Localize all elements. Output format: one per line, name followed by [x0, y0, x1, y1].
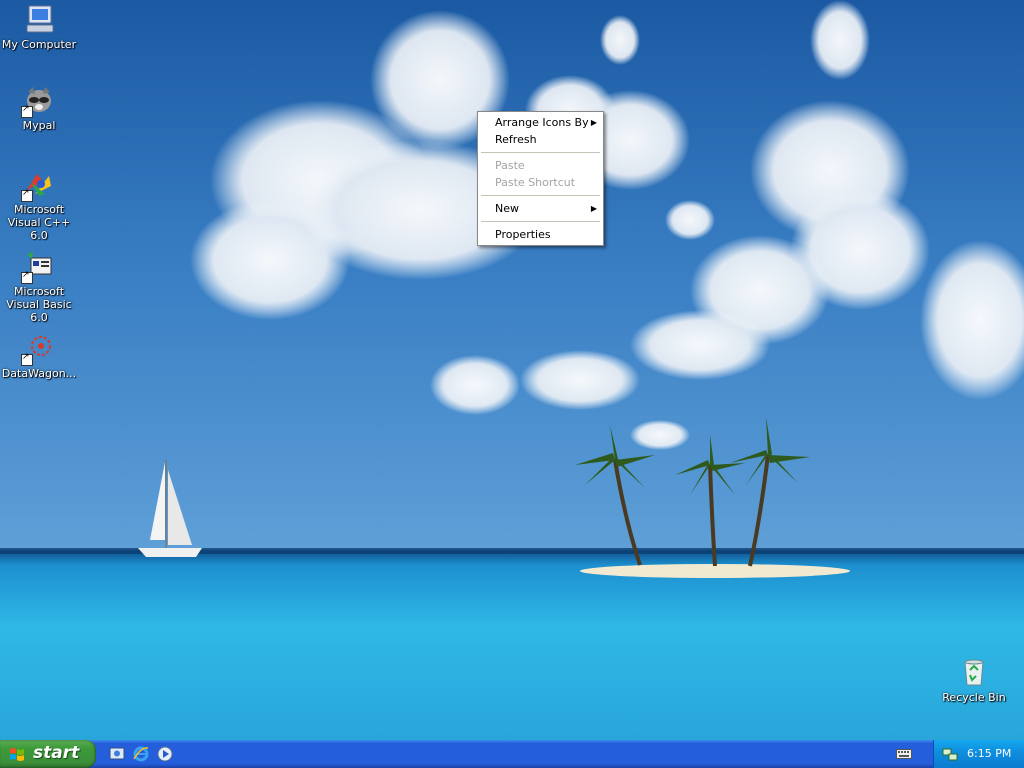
- desktop-icon-label: Microsoft Visual Basic 6.0: [6, 285, 72, 324]
- desktop-icon-visual-cpp[interactable]: Microsoft Visual C++ 6.0: [0, 168, 79, 242]
- show-desktop-icon[interactable]: [108, 745, 126, 763]
- menu-separator: [481, 221, 600, 222]
- desktop-icon-label: Recycle Bin: [942, 691, 1006, 704]
- menu-item-new[interactable]: New ▶: [478, 200, 603, 217]
- my-computer-icon: [23, 3, 55, 35]
- datawagon-icon: [21, 332, 55, 366]
- desktop-context-menu: Arrange Icons By ▶ Refresh Paste Paste S…: [477, 111, 604, 246]
- taskbar[interactable]: start 6:15 PM: [0, 740, 1024, 768]
- menu-item-label: Paste Shortcut: [495, 176, 576, 189]
- menu-item-properties[interactable]: Properties: [478, 226, 603, 243]
- menu-item-label: Properties: [495, 228, 551, 241]
- shortcut-arrow-icon: [21, 270, 33, 284]
- desktop-icon-label: DataWagon...: [1, 367, 77, 380]
- media-player-icon[interactable]: [156, 745, 174, 763]
- system-tray: 6:15 PM: [933, 740, 1024, 768]
- menu-item-paste: Paste: [478, 157, 603, 174]
- shortcut-arrow-icon: [21, 104, 33, 118]
- menu-item-label: Arrange Icons By: [495, 116, 589, 129]
- menu-item-refresh[interactable]: Refresh: [478, 131, 603, 148]
- menu-item-label: Refresh: [495, 133, 537, 146]
- desktop-icon-mypal[interactable]: Mypal: [0, 84, 79, 132]
- start-label: start: [33, 743, 80, 763]
- recycle-bin-icon: [958, 656, 990, 688]
- network-icon[interactable]: [942, 746, 958, 762]
- start-button[interactable]: start: [0, 740, 96, 768]
- desktop-icon-my-computer[interactable]: My Computer: [0, 3, 79, 51]
- windows-flag-icon: [10, 748, 24, 761]
- desktop-icon-label: Mypal: [22, 119, 56, 132]
- desktop-icon-visual-basic[interactable]: Microsoft Visual Basic 6.0: [0, 250, 79, 324]
- clock[interactable]: 6:15 PM: [967, 747, 1011, 760]
- desktop-icon-recycle-bin[interactable]: Recycle Bin: [934, 656, 1014, 704]
- desktop-icon-label: Microsoft Visual C++ 6.0: [7, 203, 71, 242]
- desktop-icon-label: My Computer: [1, 38, 77, 51]
- menu-item-label: Paste: [495, 159, 525, 172]
- menu-item-arrange-icons-by[interactable]: Arrange Icons By ▶: [478, 114, 603, 131]
- submenu-arrow-icon: ▶: [590, 118, 597, 127]
- shortcut-arrow-icon: [21, 188, 33, 202]
- visual-basic-icon: [21, 250, 55, 284]
- menu-separator: [481, 195, 600, 196]
- menu-separator: [481, 152, 600, 153]
- visual-cpp-icon: [21, 168, 55, 202]
- keyboard-icon[interactable]: [896, 748, 912, 760]
- menu-item-label: New: [495, 202, 519, 215]
- shortcut-arrow-icon: [21, 352, 33, 366]
- internet-explorer-icon[interactable]: [132, 745, 150, 763]
- desktop-icon-datawagon[interactable]: DataWagon...: [0, 332, 79, 380]
- submenu-arrow-icon: ▶: [590, 204, 597, 213]
- mypal-raccoon-icon: [21, 84, 55, 118]
- menu-item-paste-shortcut: Paste Shortcut: [478, 174, 603, 191]
